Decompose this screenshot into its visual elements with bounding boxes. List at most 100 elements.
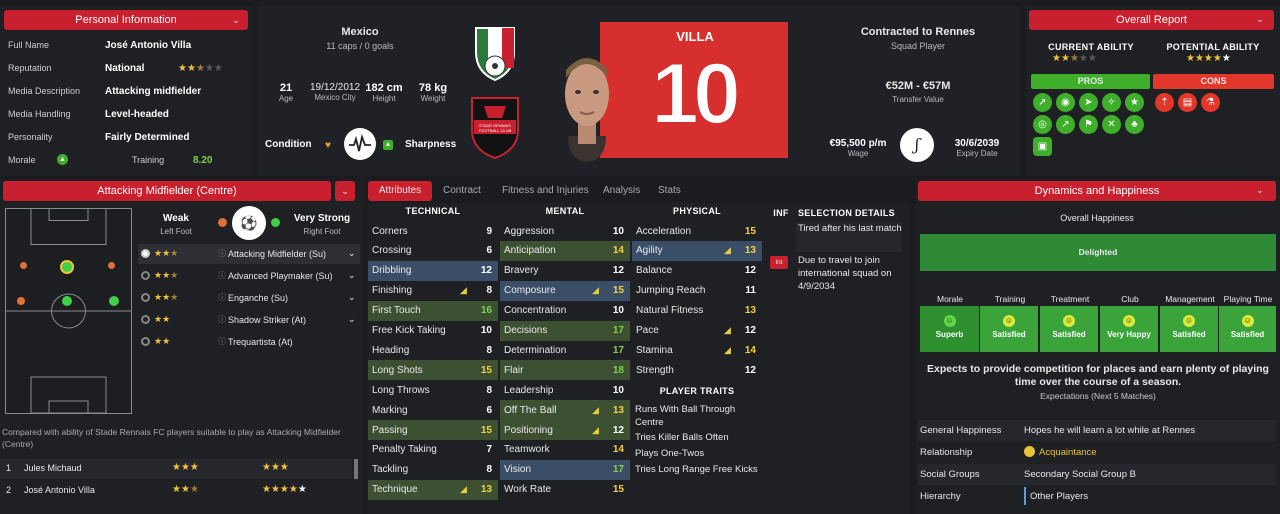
tab-fitness-injuries[interactable]: Fitness and Injuries	[502, 181, 589, 201]
first-touch-pro-icon[interactable]: ◉	[1056, 93, 1075, 112]
row-value[interactable]: Other Players	[1030, 491, 1088, 502]
nation-name[interactable]: Mexico	[300, 26, 420, 38]
overall-report-header[interactable]: Overall Report	[1029, 10, 1274, 30]
attribute-row[interactable]: Concentration 10	[500, 301, 630, 321]
compare-name[interactable]: Jules Michaud	[24, 463, 82, 473]
chevron-down-icon[interactable]: ⌄	[348, 248, 356, 259]
position-marker-mc[interactable]	[62, 296, 72, 306]
role-row[interactable]: ★★★ ⓘ Advanced Playmaker (Su) ⌄	[138, 266, 360, 286]
attribute-row[interactable]: Off The Ball ◢ 13	[500, 400, 630, 421]
position-marker-amc-primary[interactable]	[60, 260, 74, 274]
contract-signature-icon[interactable]: ʃ	[900, 128, 934, 162]
dribbling-pro-icon[interactable]: ➚	[1033, 93, 1052, 112]
tab-attributes[interactable]: Attributes	[368, 181, 432, 201]
attribute-row[interactable]: Marking 6	[368, 400, 498, 420]
attribute-row[interactable]: Balance 12	[632, 261, 762, 281]
radio-selected-icon[interactable]	[141, 249, 150, 258]
morale-cell[interactable]: ☺ Superb	[920, 306, 979, 352]
position-marker-mr[interactable]	[109, 296, 119, 306]
chevron-down-icon[interactable]: ⌄	[226, 10, 246, 30]
chevron-down-icon[interactable]: ⌄	[1256, 14, 1264, 25]
passing-pro-icon[interactable]: ➤	[1079, 93, 1098, 112]
attribute-row[interactable]: Finishing ◢ 8	[368, 281, 498, 301]
chevron-down-icon[interactable]: ⌄	[348, 314, 356, 325]
attribute-row[interactable]: Leadership 10	[500, 380, 630, 400]
club-cell[interactable]: ☺ Very Happy	[1100, 306, 1158, 352]
decisions-pro-icon[interactable]: ↗	[1056, 115, 1075, 134]
role-row[interactable]: ★★★ ⓘ Attacking Midfielder (Su) ⌄	[138, 244, 360, 264]
attribute-row[interactable]: Jumping Reach 11	[632, 281, 762, 301]
row-value[interactable]: Acquaintance	[1039, 447, 1097, 458]
playing-time-cell[interactable]: ☺ Satisfied	[1219, 306, 1276, 352]
treatment-cell[interactable]: ☺ Satisfied	[1040, 306, 1098, 352]
info-icon[interactable]: ⓘ	[218, 314, 226, 325]
attribute-row[interactable]: Flair 18	[500, 360, 630, 381]
info-icon[interactable]: ⓘ	[218, 336, 226, 347]
attribute-row[interactable]: Agility ◢ 13	[632, 240, 762, 261]
training-cell[interactable]: ☺ Satisfied	[980, 306, 1038, 352]
attribute-row[interactable]: Work Rate 15	[500, 480, 630, 500]
position-dropdown-button[interactable]: ⌄	[335, 181, 355, 201]
management-cell[interactable]: ☺ Satisfied	[1160, 306, 1218, 352]
attribute-row[interactable]: First Touch 16	[368, 300, 498, 321]
compare-scrollbar[interactable]	[354, 459, 358, 479]
info-icon[interactable]: ⓘ	[218, 292, 226, 303]
attribute-row[interactable]: Teamwork 14	[500, 440, 630, 460]
attribute-row[interactable]: Pace ◢ 12	[632, 321, 762, 341]
tab-contract[interactable]: Contract	[443, 181, 481, 201]
rennes-club-badge-icon[interactable]: STADE RENNAIS FOOTBALL CLUB	[468, 94, 522, 160]
attribute-row[interactable]: Heading 8	[368, 340, 498, 360]
attribute-row[interactable]: Vision 17	[500, 459, 630, 480]
info-icon[interactable]: ⓘ	[218, 248, 226, 259]
personal-info-header[interactable]: Personal Information	[4, 10, 248, 30]
role-row[interactable]: ★★★ ⓘ Enganche (Su) ⌄	[138, 288, 360, 308]
attribute-row[interactable]: Bravery 12	[500, 261, 630, 281]
tackling-pro-icon[interactable]: ✕	[1102, 115, 1121, 134]
attribute-row[interactable]: Composure ◢ 15	[500, 280, 630, 301]
radio-icon[interactable]	[141, 271, 150, 280]
attribute-row[interactable]: Long Throws 8	[368, 380, 498, 400]
star-pro-icon[interactable]: ★	[1125, 93, 1144, 112]
attribute-row[interactable]: Technique ◢ 13	[368, 479, 498, 500]
attribute-row[interactable]: Acceleration 15	[632, 221, 762, 241]
mexico-badge-icon[interactable]	[470, 22, 520, 84]
flair-pro-icon[interactable]: ✧	[1102, 93, 1121, 112]
condition-ekg-icon[interactable]	[344, 128, 376, 160]
chevron-down-icon[interactable]: ⌄	[348, 292, 356, 303]
attribute-row[interactable]: Corners 9	[368, 221, 498, 241]
attribute-row[interactable]: Long Shots 15	[368, 360, 498, 381]
position-header[interactable]: Attacking Midfielder (Centre)	[3, 181, 331, 201]
row-value[interactable]: Secondary Social Group B	[1024, 469, 1136, 480]
attribute-row[interactable]: Dribbling 12	[368, 260, 498, 281]
position-marker-ml[interactable]	[17, 297, 25, 305]
compare-row[interactable]: 1 Jules Michaud ★★★ ★★★	[0, 459, 352, 479]
chevron-down-icon[interactable]: ⌄	[348, 270, 356, 281]
compare-row[interactable]: 2 José Antonio Villa ★★★ ★★★★★	[0, 481, 352, 501]
info-icon[interactable]: ⓘ	[218, 270, 226, 281]
role-row[interactable]: ★★ ⓘ Trequartista (At)	[138, 332, 360, 352]
tab-analysis[interactable]: Analysis	[603, 181, 640, 201]
attribute-row[interactable]: Free Kick Taking 10	[368, 321, 498, 341]
flag-pro-icon[interactable]: ⚑	[1079, 115, 1098, 134]
compare-name[interactable]: José Antonio Villa	[24, 485, 95, 495]
document-con-icon[interactable]: ▤	[1178, 93, 1197, 112]
medical-con-icon[interactable]: ⚗	[1201, 93, 1220, 112]
position-marker-amr[interactable]	[108, 262, 115, 269]
attribute-row[interactable]: Aggression 10	[500, 221, 630, 241]
role-row[interactable]: ★★ ⓘ Shadow Striker (At) ⌄	[138, 310, 360, 330]
position-marker-aml[interactable]	[20, 262, 27, 269]
contract-title[interactable]: Contracted to Rennes	[830, 26, 1006, 38]
attribute-row[interactable]: Natural Fitness 13	[632, 301, 762, 321]
vision-pro-icon[interactable]: ◎	[1033, 115, 1052, 134]
attribute-row[interactable]: Positioning ◢ 12	[500, 420, 630, 440]
tab-stats[interactable]: Stats	[658, 181, 681, 201]
attribute-row[interactable]: Anticipation 14	[500, 240, 630, 261]
attribute-row[interactable]: Strength 12	[632, 360, 762, 380]
attribute-row[interactable]: Penalty Taking 7	[368, 440, 498, 460]
team-pro-icon[interactable]: ♣	[1125, 115, 1144, 134]
attribute-row[interactable]: Stamina ◢ 14	[632, 340, 762, 360]
radio-icon[interactable]	[141, 337, 150, 346]
attribute-row[interactable]: Decisions 17	[500, 320, 630, 341]
attribute-row[interactable]: Passing 15	[368, 420, 498, 440]
attribute-row[interactable]: Tackling 8	[368, 460, 498, 480]
